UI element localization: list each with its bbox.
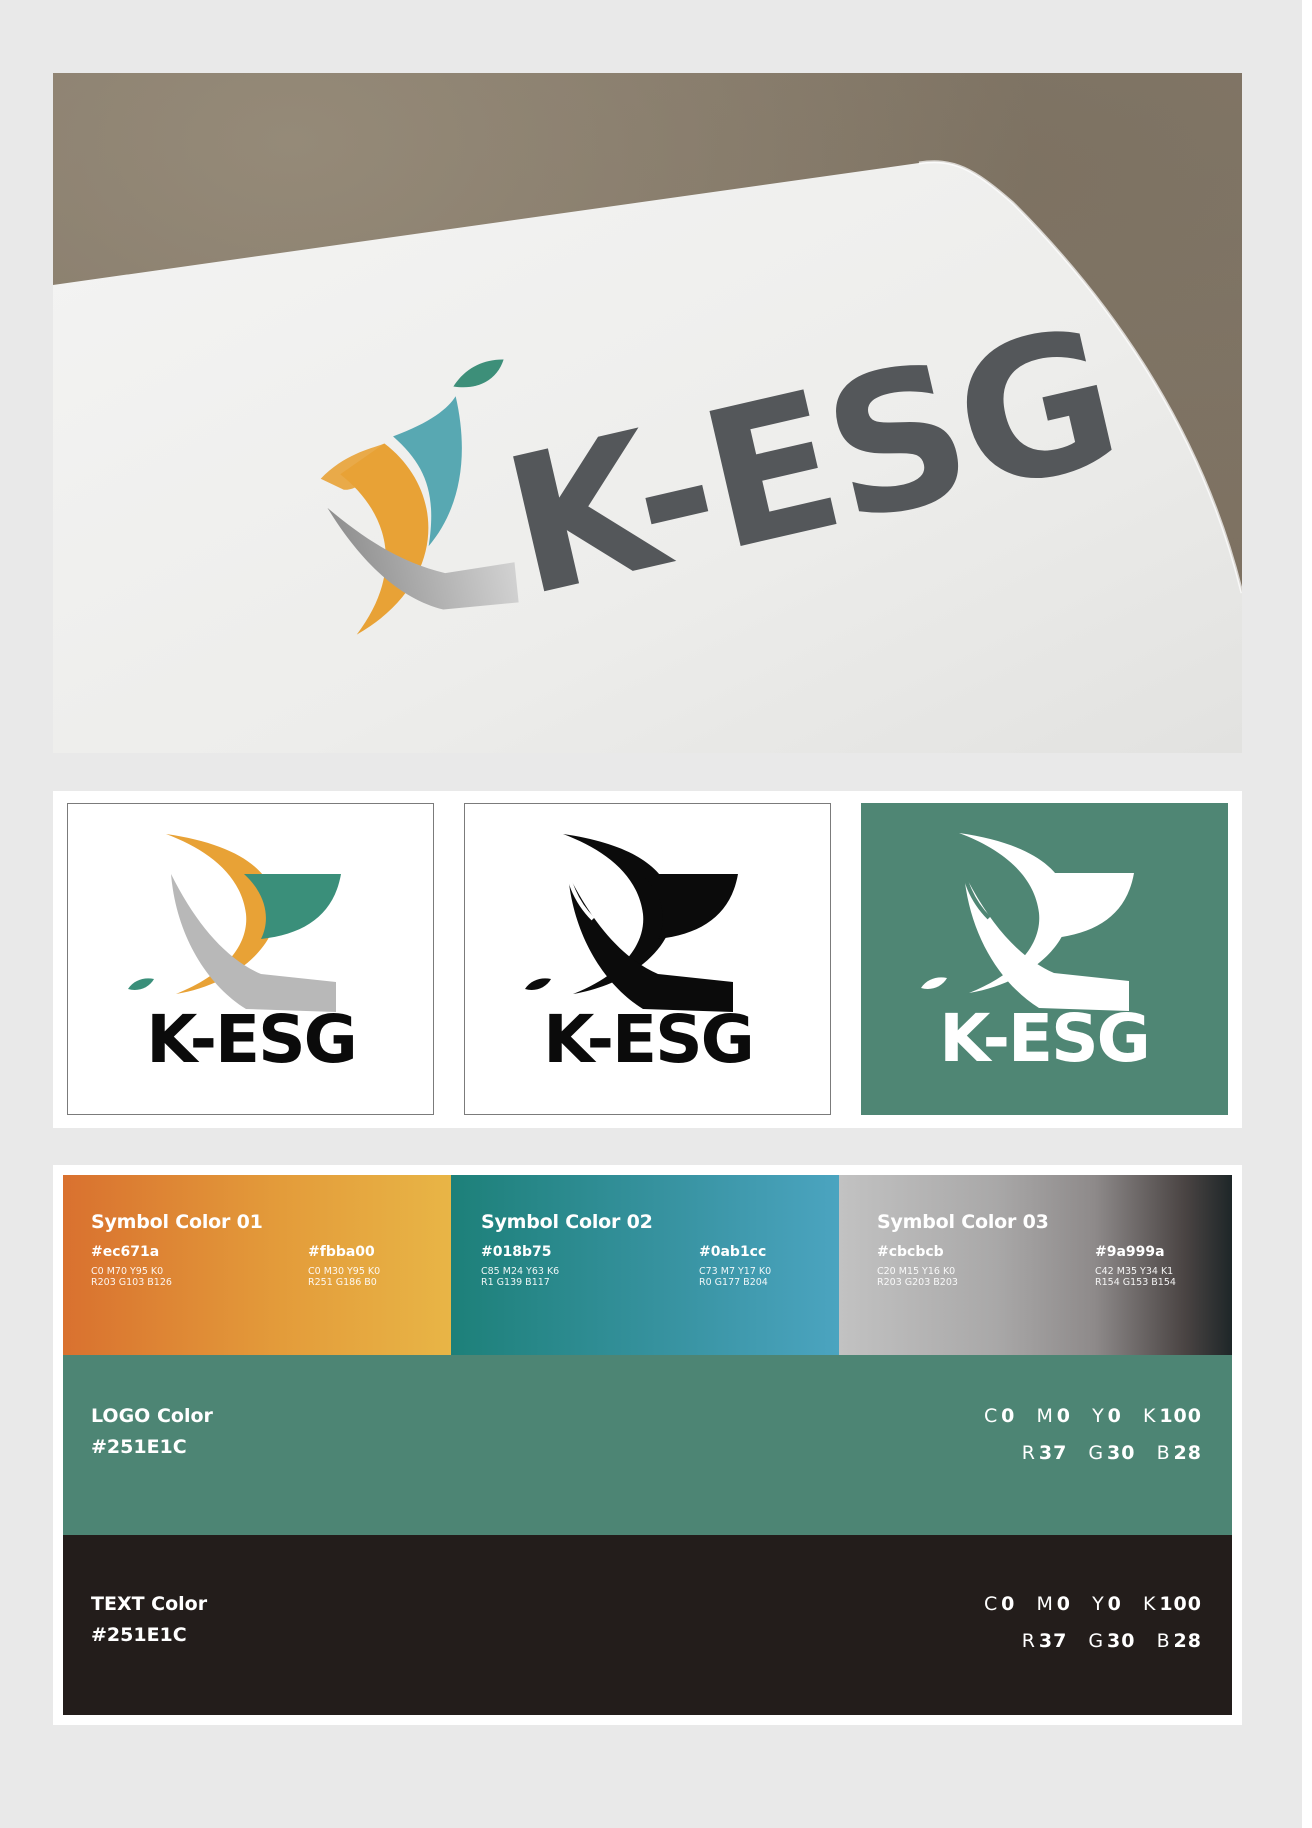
- b-value: 28: [1173, 1630, 1202, 1652]
- r-value: 37: [1038, 1442, 1068, 1464]
- swatch-rgb: R154 G153 B154: [1095, 1277, 1176, 1288]
- text-color-band: TEXT Color #251E1C C 0 M 0 Y 0 K 100 R 3…: [63, 1535, 1232, 1715]
- swatch-cmyk: C0 M30 Y95 K0: [308, 1266, 381, 1277]
- color-palette: Symbol Color 01 #ec671a C0 M70 Y95 K0 R2…: [53, 1165, 1242, 1725]
- k-value: 100: [1159, 1593, 1202, 1615]
- leaf-icon: [525, 978, 551, 990]
- swatch-hex: #018b75: [481, 1244, 552, 1260]
- band-cmyk: C 0 M 0 Y 0 K 100: [983, 1405, 1202, 1427]
- g-value: 30: [1107, 1630, 1136, 1652]
- band-title: LOGO Color: [91, 1405, 213, 1427]
- swatch-cmyk: C42 M35 Y34 K1: [1095, 1266, 1174, 1277]
- band-hex: #251E1C: [91, 1436, 187, 1458]
- swatch-title: Symbol Color 02: [481, 1211, 653, 1233]
- swatch-hex: #0ab1cc: [699, 1244, 767, 1260]
- logo-variants: K-ESG K-ESG K-ESG: [53, 791, 1242, 1128]
- paper-mockup: K-ESG: [53, 73, 1242, 753]
- y-value: 0: [1107, 1593, 1122, 1615]
- m-value: 0: [1056, 1593, 1071, 1615]
- swatch-rgb: R203 G203 B203: [877, 1277, 958, 1288]
- card-wordmark: K-ESG: [543, 1001, 753, 1078]
- symbol-color-03: Symbol Color 03 #cbcbcb C20 M15 Y16 K0 R…: [839, 1175, 1232, 1355]
- logo-card-reversed: K-ESG: [861, 803, 1228, 1115]
- swatch-cmyk: C73 M7 Y17 K0: [699, 1266, 772, 1277]
- mockup-scene: K-ESG: [53, 160, 1242, 753]
- k-value: 100: [1159, 1405, 1202, 1427]
- card-wordmark: K-ESG: [939, 1000, 1149, 1077]
- m-value: 0: [1056, 1405, 1071, 1427]
- swatch-rgb: R0 G177 B204: [699, 1277, 768, 1288]
- logo-card-black: K-ESG: [464, 803, 831, 1115]
- page-edge: [1302, 0, 1312, 1828]
- logo-card-color: K-ESG: [67, 803, 434, 1115]
- swatch-rgb: R251 G186 B0: [308, 1277, 377, 1288]
- c-value: 0: [1001, 1593, 1016, 1615]
- swatch-rgb: R203 G103 B126: [91, 1277, 172, 1288]
- swatch-title: Symbol Color 01: [91, 1211, 263, 1233]
- b-value: 28: [1173, 1442, 1202, 1464]
- swatch-rgb: R1 G139 B117: [481, 1277, 550, 1288]
- swatch-cmyk: C85 M24 Y63 K6: [481, 1266, 560, 1277]
- band-rgb: R 37 G 30 B 28: [1021, 1630, 1202, 1652]
- leaf-icon: [921, 977, 947, 989]
- swatch-cmyk: C0 M70 Y95 K0: [91, 1266, 164, 1277]
- symbol-color-02: Symbol Color 02 #018b75 C85 M24 Y63 K6 R…: [451, 1175, 839, 1355]
- card-wordmark: K-ESG: [146, 1001, 356, 1078]
- band-rgb: R 37 G 30 B 28: [1021, 1442, 1202, 1464]
- band-hex: #251E1C: [91, 1624, 187, 1646]
- g-value: 30: [1107, 1442, 1136, 1464]
- swatch-hex: #cbcbcb: [877, 1244, 944, 1260]
- r-value: 37: [1038, 1630, 1068, 1652]
- c-value: 0: [1001, 1405, 1016, 1427]
- logo-color-band: LOGO Color #251E1C C 0 M 0 Y 0 K 100 R 3…: [63, 1355, 1232, 1535]
- y-value: 0: [1107, 1405, 1122, 1427]
- symbol-color-01: Symbol Color 01 #ec671a C0 M70 Y95 K0 R2…: [63, 1175, 451, 1355]
- band-title: TEXT Color: [91, 1593, 208, 1615]
- swatch-cmyk: C20 M15 Y16 K0: [877, 1266, 956, 1277]
- swatch-hex: #ec671a: [91, 1244, 160, 1260]
- swatch-hex: #9a999a: [1095, 1244, 1165, 1260]
- band-cmyk: C 0 M 0 Y 0 K 100: [983, 1593, 1202, 1615]
- swatch-title: Symbol Color 03: [877, 1211, 1049, 1233]
- swatch-hex: #fbba00: [308, 1244, 375, 1260]
- leaf-icon: [128, 978, 154, 990]
